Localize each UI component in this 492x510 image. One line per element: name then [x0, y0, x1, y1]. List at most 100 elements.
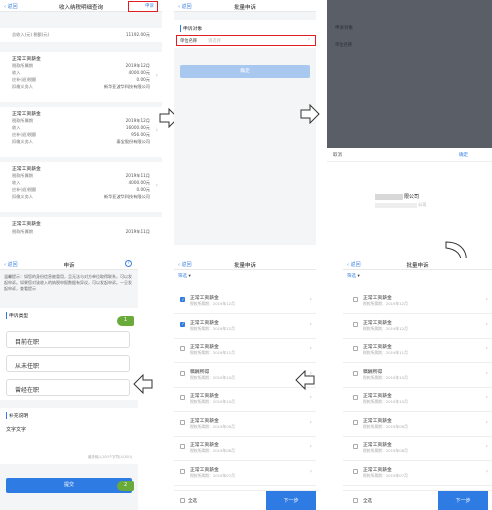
item-title: 正常工资薪金	[190, 345, 219, 350]
next-button[interactable]: 下一步	[266, 491, 316, 510]
item-title: 正常工资薪金	[190, 443, 219, 448]
notice-text: 温馨提示：如您的身份信息被冒用，且无法与对方单位取得联系，可以发起申诉。如果您对…	[4, 274, 132, 291]
list-item[interactable]: 正常工资薪金 税款所属期：2019年10月 ›	[343, 388, 492, 412]
chevron-right-icon: ›	[485, 320, 488, 328]
item-checkbox[interactable]	[180, 444, 185, 449]
item-title: 正常工资薪金	[363, 467, 392, 473]
select-all-checkbox[interactable]	[180, 498, 185, 503]
arrow-left-icon	[133, 374, 153, 394]
list-item[interactable]: 稿酬所得 税款所属期：2019年10月 ›	[343, 363, 492, 388]
item-period: 税款所属期：2019年10月	[363, 399, 408, 404]
chevron-right-icon: ›	[155, 182, 158, 189]
item-period: 税款所属期：2019年07月	[190, 472, 235, 478]
item-title: 正常工资薪金	[363, 320, 392, 326]
option-currently-employed[interactable]: 目前在职	[6, 331, 130, 348]
income-record[interactable]: 正常工资薪金 税款所属期 2019年12月 收入 16000.00元 应补(退)税额…	[0, 107, 162, 157]
item-title: 正常工资薪金	[363, 296, 392, 301]
item-period: 税款所属期：2019年09月	[363, 423, 408, 429]
chevron-right-icon: ›	[485, 443, 488, 450]
item-title: 正常工资薪金	[190, 296, 219, 301]
page-title: 申诉	[63, 263, 75, 269]
list-item[interactable]: 正常工资薪金税款所属期：2019年12月 ›	[174, 314, 316, 339]
batch-list-screen: ‹ 返回 批量申诉 筛选 ▾ 正常工资薪金税款所属期：2019年12月›正常工资…	[343, 258, 492, 510]
chevron-right-icon: ›	[309, 467, 312, 475]
item-period: 税款所属期：2019年10月	[190, 374, 235, 380]
item-checkbox[interactable]	[353, 321, 358, 327]
confirm-button[interactable]: 确定	[180, 65, 310, 78]
summary-total: 11192.00元	[125, 32, 150, 37]
company-select-highlight	[176, 35, 316, 46]
filter-button[interactable]: 筛选 ▾	[178, 273, 191, 279]
item-title: 正常工资薪金	[190, 320, 219, 326]
item-checkbox[interactable]	[180, 370, 185, 376]
item-checkbox[interactable]	[180, 346, 185, 351]
item-checkbox[interactable]	[180, 468, 185, 474]
income-record[interactable]: 正常工资薪金 税款所属期 2019年12月 收入 4000.00元 应补(退)税额 0…	[0, 52, 162, 102]
item-title: 稿酬所得	[363, 369, 383, 375]
chevron-right-icon: ›	[485, 369, 488, 377]
item-checkbox[interactable]	[180, 395, 185, 400]
picker-option[interactable]: 限公司 公司	[327, 192, 492, 208]
item-title: 稿酬所得	[190, 369, 210, 375]
select-all-checkbox[interactable]	[353, 498, 358, 503]
item-period: 税款所属期：2019年11月	[363, 350, 408, 355]
item-title: 正常工资薪金	[363, 418, 392, 424]
list-item[interactable]: 正常工资薪金 税款所属期：2019年08月 ›	[174, 437, 316, 461]
item-title: 正常工资薪金	[363, 345, 392, 350]
bottom-bar: 全选 下一步	[343, 490, 492, 510]
item-period: 税款所属期：2019年10月	[363, 374, 408, 380]
list-item[interactable]: 正常工资薪金税款所属期：2019年12月 ›	[343, 290, 492, 314]
filter-button[interactable]: 筛选 ▾	[347, 273, 360, 279]
record-type: 正常工资薪金	[12, 112, 41, 117]
item-period: 税款所属期：2019年10月	[190, 399, 235, 404]
picker-confirm[interactable]: 确定	[459, 152, 468, 158]
picker-cancel[interactable]: 取消	[333, 152, 342, 158]
option-formerly-employed[interactable]: 曾经在职	[6, 379, 130, 396]
item-checkbox[interactable]	[353, 370, 358, 376]
option-never-employed[interactable]: 从未任职	[6, 355, 130, 372]
list-item[interactable]: 正常工资薪金 税款所属期：2019年11月 ›	[174, 339, 316, 363]
list-item[interactable]: 正常工资薪金 税款所属期：2019年09月 ›	[174, 412, 316, 437]
list-item[interactable]: 正常工资薪金 税款所属期：2019年07月 ›	[174, 461, 316, 486]
item-period: 税款所属期：2019年08月	[190, 448, 235, 453]
chevron-right-icon: ›	[309, 345, 312, 352]
income-record[interactable]: 正常工资薪金 税款所属期 2019年11月 收入 4000.00元 应补(退)税额 0…	[0, 162, 162, 212]
item-checkbox[interactable]	[180, 321, 185, 327]
item-title: 正常工资薪金	[190, 467, 219, 473]
item-checkbox[interactable]	[353, 444, 358, 449]
item-period: 税款所属期：2019年12月	[363, 325, 408, 331]
list-item[interactable]: 正常工资薪金 税款所属期：2019年09月 ›	[343, 412, 492, 437]
help-icon[interactable]: ?	[125, 260, 132, 267]
chevron-right-icon: ›	[309, 394, 312, 401]
nav-bar: ‹ 返回 批量申诉	[343, 258, 492, 270]
extra-info-input[interactable]: 文字文字 最多输入200个字符(4/200)	[6, 426, 132, 460]
list-item[interactable]: 正常工资薪金税款所属期：2019年12月 ›	[343, 314, 492, 339]
record-type: 正常工资薪金	[12, 167, 41, 172]
chevron-right-icon: ›	[309, 443, 312, 450]
list-item[interactable]: 正常工资薪金 税款所属期：2019年10月 ›	[174, 388, 316, 412]
next-button[interactable]: 下一步	[438, 491, 488, 510]
page-title: 批量申诉	[233, 5, 256, 11]
item-period: 税款所属期：2019年09月	[190, 423, 235, 429]
income-record[interactable]: 正常工资薪金 税款所属期 2019年11月	[0, 217, 162, 245]
submit-button[interactable]: 提交	[6, 478, 132, 493]
item-checkbox[interactable]	[180, 297, 185, 302]
nav-bar: ‹ 返回 批量申诉	[174, 0, 316, 12]
list-item[interactable]: 正常工资薪金 税款所属期：2019年07月 ›	[343, 461, 492, 486]
item-checkbox[interactable]	[353, 346, 358, 351]
extra-info-card: 补充说明 文字文字 最多输入200个字符(4/200)	[0, 408, 138, 464]
appeal-link-highlight	[128, 1, 158, 12]
masked-text	[375, 203, 417, 208]
item-checkbox[interactable]	[353, 297, 358, 302]
item-checkbox[interactable]	[353, 395, 358, 400]
chevron-right-icon: ›	[485, 467, 488, 475]
item-checkbox[interactable]	[353, 468, 358, 474]
list-item[interactable]: 正常工资薪金 税款所属期：2019年11月 ›	[343, 339, 492, 363]
page-title: 批量申诉	[233, 263, 256, 269]
chevron-right-icon: ›	[309, 418, 312, 426]
list-item[interactable]: 正常工资薪金 税款所属期：2019年08月 ›	[343, 437, 492, 461]
item-checkbox[interactable]	[180, 419, 185, 425]
list-item[interactable]: 正常工资薪金税款所属期：2019年12月 ›	[174, 290, 316, 314]
batch-appeal-screen: ‹ 返回 批量申诉 申诉对象 单位名称 请选择 › 确定	[174, 0, 316, 245]
item-checkbox[interactable]	[353, 419, 358, 425]
